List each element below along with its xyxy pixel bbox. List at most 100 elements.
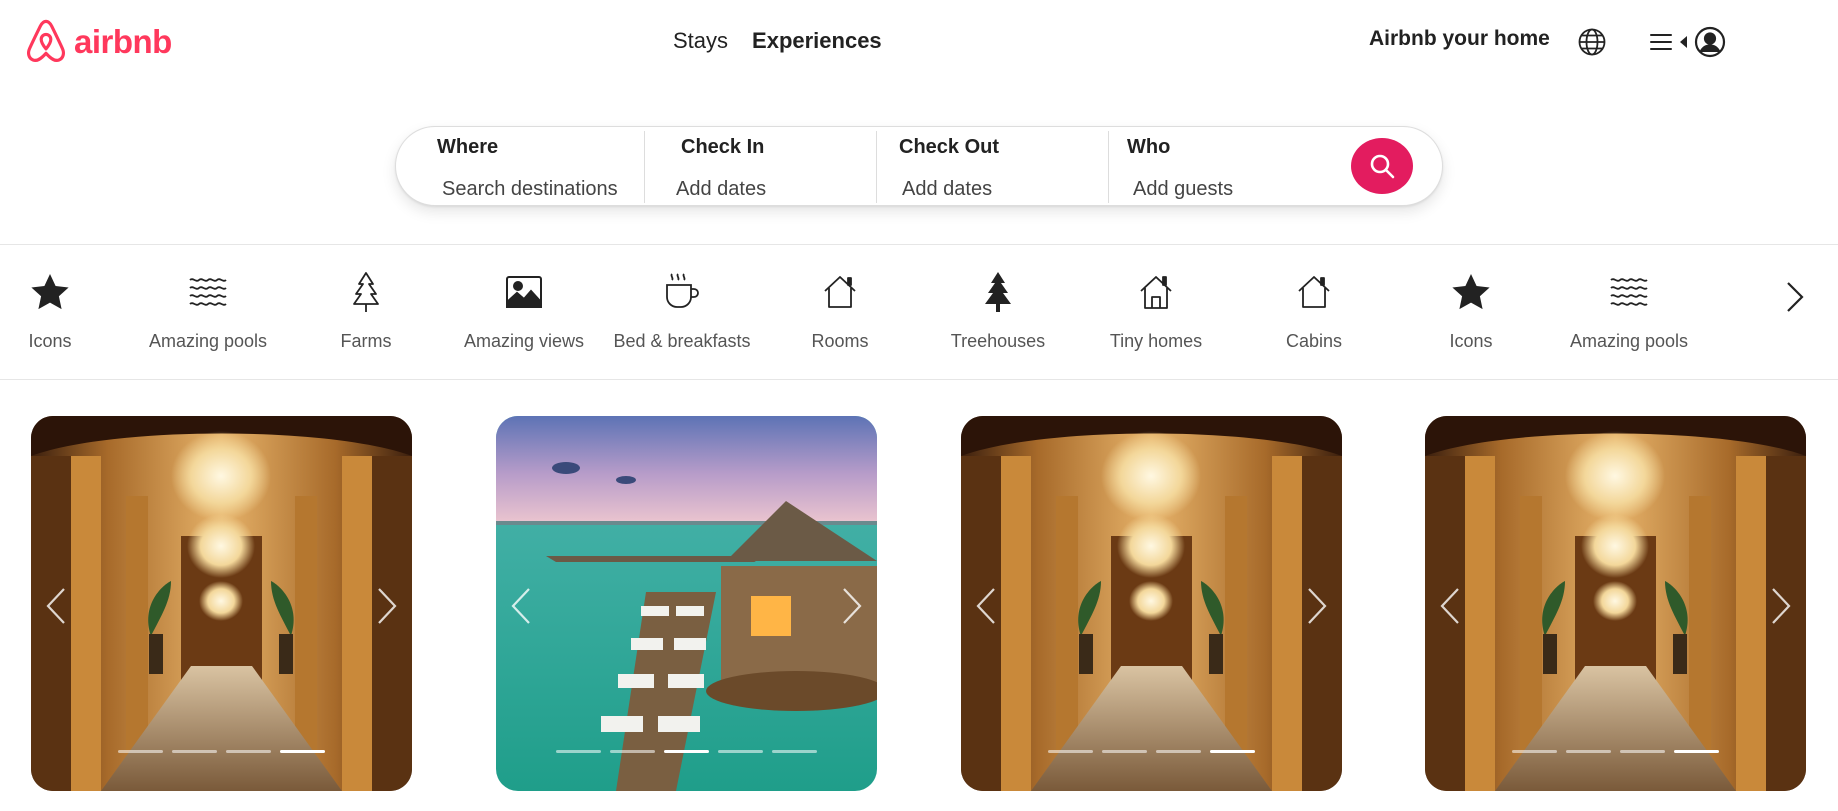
photo-next-button[interactable]	[1302, 586, 1332, 626]
listing-card[interactable]	[31, 416, 412, 791]
category-amazing-views[interactable]: Amazing views	[444, 269, 604, 352]
nav-stays[interactable]: Stays	[673, 28, 728, 54]
category-label: Farms	[340, 331, 392, 351]
listing-photo	[496, 416, 877, 791]
chevron-right-icon	[1787, 282, 1804, 312]
listing-card[interactable]	[496, 416, 877, 791]
chevron-left-icon	[511, 588, 530, 624]
category-bar: Icons Amazing pools Farms Amazing views …	[0, 245, 1838, 379]
pagination-dot[interactable]	[1566, 750, 1611, 753]
category-label: Bed & breakfasts	[613, 331, 751, 351]
search-icon	[1370, 154, 1395, 179]
photo-prev-button[interactable]	[1435, 586, 1465, 626]
pagination-dot[interactable]	[1156, 750, 1201, 753]
house-icon	[760, 269, 920, 315]
waves-icon	[1549, 269, 1709, 315]
listing-photo	[31, 416, 412, 791]
waves-icon	[128, 269, 288, 315]
pagination-dot[interactable]	[172, 750, 217, 753]
category-treehouses[interactable]: Treehouses	[918, 269, 1078, 352]
search-bar: Where Search destinations Check In Add d…	[395, 126, 1443, 206]
category-label: Icons	[1449, 331, 1493, 351]
category-amazing-pools[interactable]: Amazing pools	[1549, 269, 1709, 352]
pagination-dot[interactable]	[1048, 750, 1093, 753]
where-field[interactable]: Where Search destinations	[396, 127, 641, 207]
pagination-dot[interactable]	[718, 750, 763, 753]
globe-icon[interactable]	[1576, 26, 1608, 58]
photo-next-button[interactable]	[372, 586, 402, 626]
category-farms[interactable]: Farms	[286, 269, 446, 352]
photo-pagination	[961, 750, 1342, 753]
photo-prev-button[interactable]	[41, 586, 71, 626]
category-bed-breakfasts[interactable]: Bed & breakfasts	[602, 269, 762, 352]
photo-pagination	[31, 750, 412, 753]
pagination-dot[interactable]	[226, 750, 271, 753]
photo-pagination	[1425, 750, 1806, 753]
chevron-right-icon	[1772, 588, 1791, 624]
pagination-dot-active[interactable]	[1210, 750, 1255, 753]
category-label: Amazing views	[463, 331, 585, 351]
chevron-left-icon	[46, 588, 65, 624]
nav-experiences[interactable]: Experiences	[752, 28, 882, 54]
pagination-dot[interactable]	[1512, 750, 1557, 753]
check-in-label: Check In	[681, 136, 765, 158]
photo-pagination	[496, 750, 877, 753]
listing-card[interactable]	[961, 416, 1342, 791]
user-menu-button[interactable]	[1648, 26, 1726, 58]
category-label: Tiny homes	[1109, 331, 1203, 351]
category-icons[interactable]: Icons	[1391, 269, 1551, 352]
categories-divider	[0, 379, 1838, 380]
search-button[interactable]	[1351, 138, 1413, 194]
category-label: Amazing pools	[1569, 331, 1689, 351]
pagination-dot[interactable]	[1620, 750, 1665, 753]
picture-icon	[444, 269, 604, 315]
who-field[interactable]: Who Add guests	[1110, 127, 1340, 207]
airbnb-logo-icon	[27, 19, 65, 63]
category-label: Icons	[28, 331, 72, 351]
category-label: Treehouses	[950, 331, 1046, 351]
check-out-input[interactable]: Add dates	[902, 178, 992, 201]
cabin-icon	[1234, 269, 1394, 315]
photo-next-button[interactable]	[1766, 586, 1796, 626]
chevron-right-icon	[843, 588, 862, 624]
category-icons[interactable]: Icons	[0, 269, 130, 352]
category-label: Amazing pools	[148, 331, 268, 351]
user-avatar-icon	[1694, 26, 1726, 58]
chevron-right-icon	[1308, 588, 1327, 624]
top-header: airbnb Stays Experiences Airbnb your hom…	[0, 0, 1838, 90]
check-in-input[interactable]: Add dates	[676, 178, 766, 201]
photo-prev-button[interactable]	[971, 586, 1001, 626]
listing-photo	[961, 416, 1342, 791]
check-in-field[interactable]: Check In Add dates	[646, 127, 876, 207]
category-rooms[interactable]: Rooms	[760, 269, 920, 352]
pagination-dot-active[interactable]	[1674, 750, 1719, 753]
check-out-label: Check Out	[899, 136, 1000, 158]
search-divider	[644, 131, 645, 203]
category-cabins[interactable]: Cabins	[1234, 269, 1394, 352]
pagination-dot-active[interactable]	[280, 750, 325, 753]
pagination-dot[interactable]	[610, 750, 655, 753]
who-input[interactable]: Add guests	[1133, 178, 1233, 201]
who-label: Who	[1127, 136, 1171, 158]
where-input[interactable]: Search destinations	[442, 178, 618, 201]
host-link[interactable]: Airbnb your home	[1369, 27, 1550, 51]
photo-next-button[interactable]	[837, 586, 867, 626]
pagination-dot[interactable]	[1102, 750, 1147, 753]
tiny-home-icon	[1076, 269, 1236, 315]
pagination-dot[interactable]	[556, 750, 601, 753]
pagination-dot-active[interactable]	[664, 750, 709, 753]
logo-text: airbnb	[74, 23, 172, 60]
pagination-dot[interactable]	[118, 750, 163, 753]
listing-card[interactable]	[1425, 416, 1806, 791]
categories-next-button[interactable]	[1775, 277, 1815, 317]
search-divider	[876, 131, 877, 203]
photo-prev-button[interactable]	[506, 586, 536, 626]
check-out-field[interactable]: Check Out Add dates	[878, 127, 1108, 207]
pagination-dot[interactable]	[772, 750, 817, 753]
category-tiny-homes[interactable]: Tiny homes	[1076, 269, 1236, 352]
airbnb-logo[interactable]: airbnb	[24, 18, 172, 66]
category-label: Rooms	[811, 331, 869, 351]
hamburger-menu-icon	[1648, 30, 1674, 54]
category-amazing-pools[interactable]: Amazing pools	[128, 269, 288, 352]
coffee-cup-icon	[602, 269, 762, 315]
